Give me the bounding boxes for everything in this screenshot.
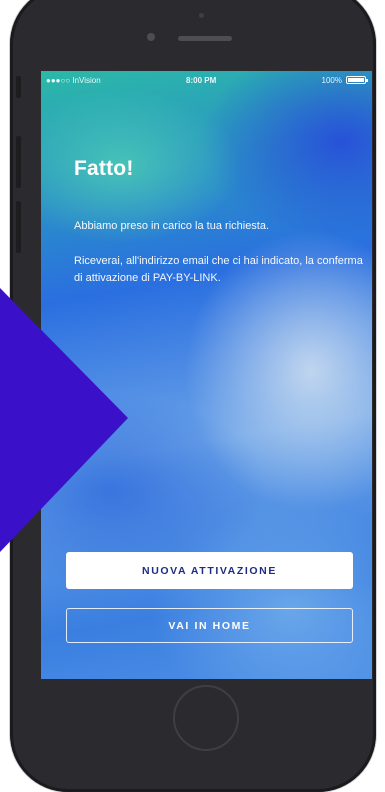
mute-switch <box>16 76 21 98</box>
status-bar: ●●●○○ InVision 8:00 PM 100% <box>41 71 372 89</box>
confirmation-message: Abbiamo preso in carico la tua richiesta… <box>74 220 270 232</box>
battery-percent: 100% <box>321 76 342 85</box>
go-home-button[interactable]: VAI IN HOME <box>66 608 353 643</box>
carrier-label: ●●●○○ InVision <box>46 76 101 85</box>
volume-down-button <box>16 201 21 253</box>
earpiece-speaker <box>178 36 232 41</box>
email-notice-message: Riceverai, all'indirizzo email che ci ha… <box>74 255 363 284</box>
battery-icon <box>346 76 368 84</box>
status-time: 8:00 PM <box>186 76 217 85</box>
app-screen: ●●●○○ InVision 8:00 PM 100% Fatto! Abbia… <box>41 71 372 679</box>
page-title: Fatto! <box>74 157 134 180</box>
new-activation-button[interactable]: NUOVA ATTIVAZIONE <box>66 552 353 589</box>
phone-frame: ●●●○○ InVision 8:00 PM 100% Fatto! Abbia… <box>10 0 376 792</box>
front-camera-icon <box>147 33 155 41</box>
sensor-dot <box>199 13 204 18</box>
volume-up-button <box>16 136 21 188</box>
home-button[interactable] <box>173 685 239 751</box>
